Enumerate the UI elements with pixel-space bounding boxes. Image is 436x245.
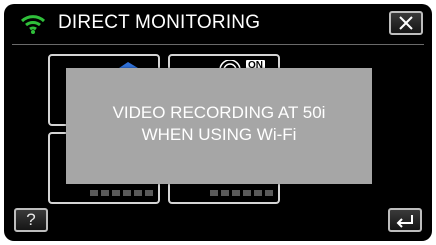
message-line-2: WHEN USING Wi-Fi	[141, 125, 297, 144]
close-icon	[399, 16, 413, 30]
thumbnail-blocks	[210, 190, 273, 196]
back-arrow-icon	[396, 215, 413, 228]
back-button[interactable]	[388, 208, 422, 232]
title-divider	[12, 44, 424, 45]
camera-screen: DIRECT MONITORING ON VIDEO RECORDING AT …	[4, 4, 432, 241]
message-line-1: VIDEO RECORDING AT 50i	[112, 103, 326, 122]
close-button[interactable]	[389, 11, 423, 35]
message-dialog: VIDEO RECORDING AT 50i WHEN USING Wi-Fi	[66, 68, 372, 184]
help-button[interactable]: ?	[14, 208, 48, 232]
thumbnail-blocks	[90, 190, 153, 196]
wifi-icon	[20, 14, 46, 34]
page-title: DIRECT MONITORING	[58, 12, 261, 33]
title-bar: DIRECT MONITORING	[4, 4, 432, 42]
